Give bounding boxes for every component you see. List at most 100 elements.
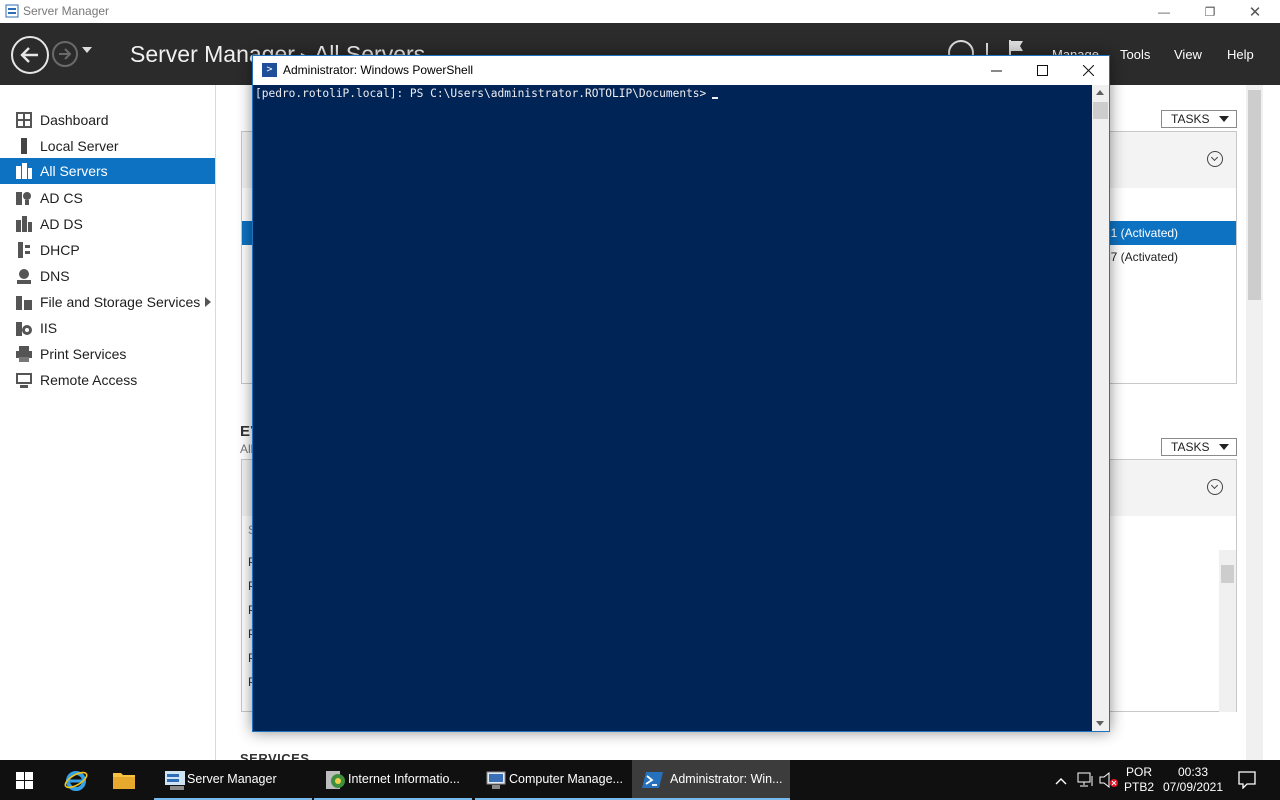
menu-view[interactable]: View [1174,47,1202,62]
caret-down-icon [1219,444,1229,450]
ps-maximize-button[interactable] [1019,56,1065,85]
sidebar-item-iis[interactable]: IIS [0,315,215,341]
console-prompt-line: [pedro.rotoliP.local]: PS C:\Users\admin… [255,87,719,100]
events-tasks-button[interactable]: TASKS [1161,438,1237,456]
action-center-button[interactable] [1238,771,1256,800]
ad-ds-icon [16,216,32,232]
server-activation: 37 (Activated) [1104,250,1179,264]
scrollbar-thumb[interactable] [1248,90,1261,300]
scroll-up-icon[interactable] [1096,90,1104,95]
iis-manager-icon [326,771,345,789]
arrow-right-icon [59,48,72,60]
sidebar-item-dns[interactable]: DNS [0,263,215,289]
taskbar: Server Manager Internet Informatio... Co… [0,760,1280,800]
tasks-label: TASKS [1171,440,1210,454]
start-button[interactable] [0,760,48,800]
expand-icon[interactable] [1207,151,1223,167]
network-icon [1077,772,1093,787]
dashboard-icon [16,112,32,128]
sidebar-item-all-servers[interactable]: All Servers [0,158,215,184]
clock-time: 00:33 [1177,765,1209,779]
taskbar-internet-explorer[interactable] [52,760,100,800]
keyboard-layout: PTB2 [1124,780,1155,794]
menu-help[interactable]: Help [1227,47,1254,62]
main-scrollbar[interactable] [1246,85,1263,760]
server-manager-app-icon [5,4,19,18]
powershell-scrollbar[interactable] [1092,85,1109,731]
events-scrollbar[interactable] [1219,550,1236,712]
taskbar-item-powershell[interactable]: Administrator: Win... [632,760,790,800]
network-tray[interactable] [1077,772,1095,800]
scrollbar-thumb[interactable] [1093,102,1108,119]
dhcp-icon [18,242,30,258]
history-dropdown-icon[interactable] [82,47,92,53]
sidebar-item-label: IIS [40,320,58,336]
sidebar-item-print-services[interactable]: Print Services [0,341,215,367]
sidebar-item-label: Print Services [40,346,127,362]
sidebar-item-label: Remote Access [40,372,138,388]
close-button[interactable]: ✕ [1232,0,1278,23]
forward-button[interactable] [52,41,78,67]
clock-date: 07/09/2021 [1162,780,1224,794]
sidebar-item-label: Dashboard [40,112,109,128]
language-code: POR [1125,765,1152,779]
sidebar-item-label: DHCP [40,242,80,258]
sidebar-item-local-server[interactable]: Local Server [0,133,215,159]
window-title: Server Manager [23,4,110,18]
ps-minimize-button[interactable] [973,56,1019,85]
sidebar-item-ad-ds[interactable]: AD DS [0,211,215,237]
servers-tasks-button[interactable]: TASKS [1161,110,1237,128]
sidebar-item-label: AD CS [40,190,83,206]
sidebar: Dashboard Local Server All Servers AD CS… [0,85,216,760]
computer-management-icon [486,771,506,789]
sidebar-item-label: Local Server [40,138,119,154]
ps-close-button[interactable] [1065,56,1111,85]
ad-cs-icon [16,192,31,205]
taskbar-item-server-manager[interactable]: Server Manager [154,760,312,800]
clock[interactable]: 00:33 07/09/2021 [1160,765,1226,800]
expand-icon[interactable] [1207,479,1223,495]
taskbar-item-label: Internet Informatio... [348,772,460,786]
caret-down-icon [1219,116,1229,122]
powershell-icon [642,772,663,788]
sidebar-item-label: File and Storage Services [40,294,201,310]
tasks-label: TASKS [1171,112,1210,126]
scroll-down-icon[interactable] [1096,721,1104,726]
sidebar-item-remote-access[interactable]: Remote Access [0,367,215,393]
taskbar-item-iis-manager[interactable]: Internet Informatio... [314,760,472,800]
all-servers-icon [16,163,32,179]
server-activation: 21 (Activated) [1104,226,1179,240]
internet-explorer-icon [64,771,88,791]
minimize-button[interactable]: — [1141,0,1187,23]
sidebar-item-ad-cs[interactable]: AD CS [0,185,215,211]
sidebar-item-dashboard[interactable]: Dashboard [0,107,215,133]
notification-icon [1238,771,1256,790]
maximize-icon [1036,65,1048,76]
powershell-console[interactable]: [pedro.rotoliP.local]: PS C:\Users\admin… [253,85,1092,731]
sidebar-item-dhcp[interactable]: DHCP [0,237,215,263]
volume-tray[interactable] [1099,771,1119,800]
sidebar-item-label: AD DS [40,216,83,232]
scrollbar-thumb[interactable] [1221,565,1234,583]
chevron-right-icon[interactable] [205,297,211,307]
taskbar-file-explorer[interactable] [100,760,148,800]
back-button[interactable] [11,36,49,74]
close-icon [1082,65,1094,76]
taskbar-item-label: Server Manager [187,772,277,786]
sidebar-item-label: All Servers [40,163,108,179]
iis-icon [16,322,32,336]
chevron-up-icon [1055,778,1067,785]
language-indicator[interactable]: POR PTB2 [1124,765,1154,800]
powershell-titlebar[interactable]: > Administrator: Windows PowerShell [253,56,1109,85]
local-server-icon [21,138,27,154]
print-icon [16,346,32,362]
sidebar-item-file-storage[interactable]: File and Storage Services [0,289,215,315]
menu-tools[interactable]: Tools [1120,47,1150,62]
taskbar-item-label: Computer Manage... [509,772,623,786]
restore-button[interactable]: ❐ [1187,0,1233,23]
powershell-window: > Administrator: Windows PowerShell [ped… [252,55,1110,732]
taskbar-item-computer-management[interactable]: Computer Manage... [475,760,633,800]
show-hidden-icons[interactable] [1055,774,1067,800]
volume-muted-icon [1099,771,1118,789]
file-storage-icon [16,296,32,310]
